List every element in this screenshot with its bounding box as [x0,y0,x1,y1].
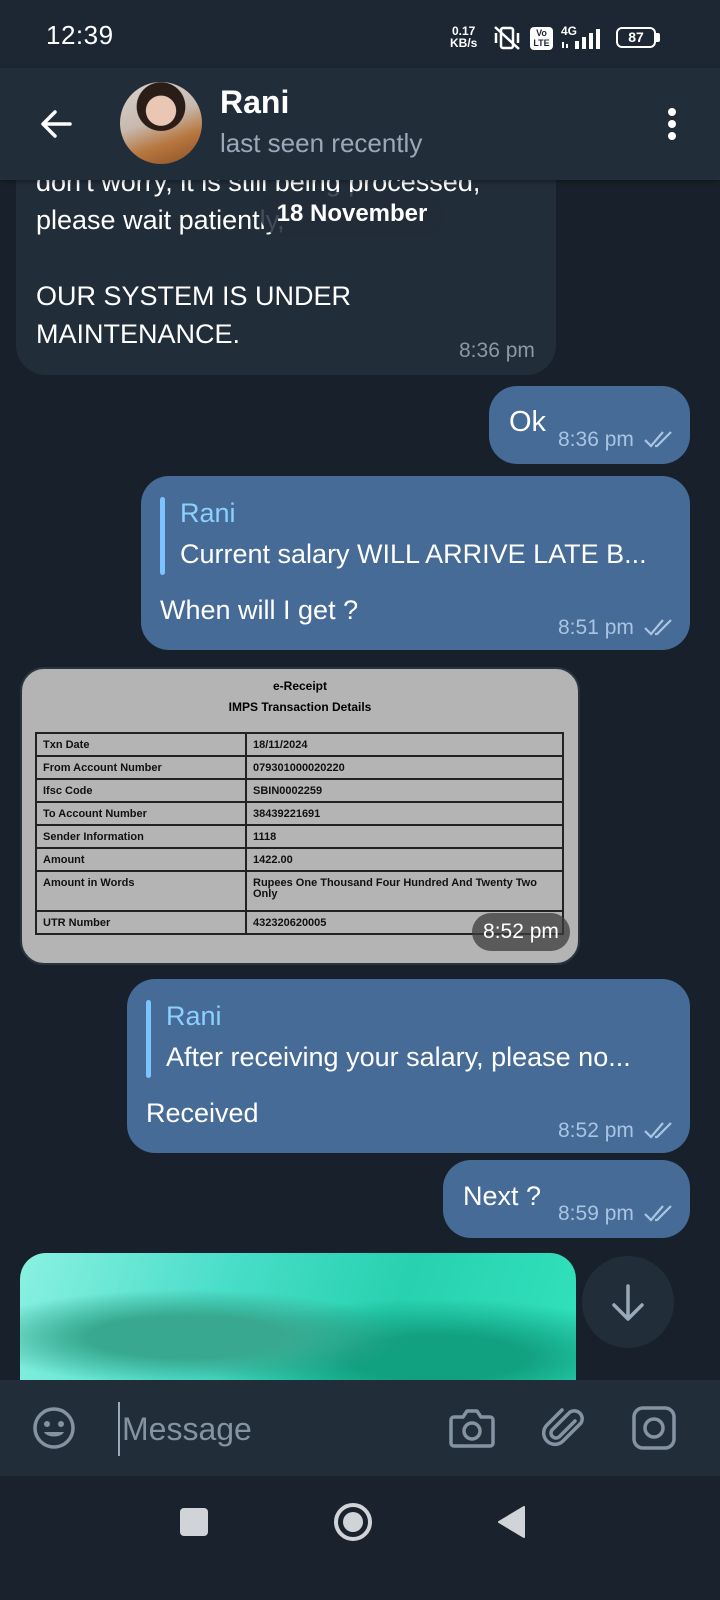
receipt-value: 079301000020220 [245,755,564,780]
table-row: To Account Number 38439221691 [35,801,564,826]
vibrate-off-icon [494,26,520,50]
emoji-icon[interactable] [32,1406,76,1450]
message-text: MAINTENANCE. [36,319,241,349]
message-time: 8:36 pm [558,428,634,451]
video-message-icon[interactable] [631,1405,677,1451]
date-divider: 18 November [260,192,444,236]
reply-snippet[interactable]: After receiving your salary, please no..… [166,1042,631,1073]
battery-level: 87 [628,29,644,45]
receipt-label: Sender Information [35,824,247,849]
message-text: Ok [509,406,547,438]
table-row: Amount 1422.00 [35,847,564,872]
receipt-title: e-Receipt [272,679,328,693]
table-row: Amount in Words Rupees One Thousand Four … [35,870,564,912]
square-icon[interactable] [178,1506,210,1538]
table-row: From Account Number 079301000020220 [35,755,564,780]
table-row: Txn Date 18/11/2024 [35,732,564,757]
receipt-table: Txn Date 18/11/2024 From Account Number 07… [35,732,564,935]
receipt-label: To Account Number [35,801,247,826]
circle-icon[interactable] [332,1501,374,1543]
table-row: Sender Information 1118 [35,824,564,849]
battery-tip [656,33,660,42]
receipt-label: From Account Number [35,755,247,780]
message-input[interactable] [118,1402,424,1456]
more-vertical-icon[interactable] [652,104,692,144]
reply-author[interactable]: Rani [180,498,236,529]
receipt-label: Amount in Words [35,870,247,912]
receipt-value: Rupees One Thousand Four Hundred And Twe… [245,870,564,912]
status-time: 12:39 [46,20,114,50]
avatar[interactable] [120,82,202,164]
contact-name[interactable]: Rani [220,84,289,121]
camera-icon[interactable] [448,1405,496,1451]
chat-header [0,68,720,180]
reply-quote-bar [146,1000,151,1078]
receipt-label: Amount [35,847,247,872]
blurred-image-message[interactable] [20,1253,576,1393]
reply-quote-bar [160,497,165,575]
signal-icon [562,29,600,49]
message-time: 8:52 pm [558,1119,634,1142]
double-check-icon [644,1122,672,1139]
triangle-back-icon[interactable] [496,1504,528,1540]
receipt-value: 38439221691 [245,801,564,826]
message-text: Next ? [463,1181,542,1211]
message-text: please wait patiently, [36,205,285,235]
double-check-icon [644,1205,672,1222]
volte-icon: Vo LTE [530,27,553,50]
arrow-left-icon[interactable] [36,104,76,144]
receipt-label: Ifsc Code [35,778,247,803]
message-text: When will I get ? [160,595,359,625]
receipt-value: 1118 [245,824,564,849]
message-text: Received [146,1098,259,1128]
volte-top: Vo [536,28,547,38]
receipt-value: SBIN0002259 [245,778,564,803]
table-row: Ifsc Code SBIN0002259 [35,778,564,803]
receipt-value: 18/11/2024 [245,732,564,757]
receipt-label: Txn Date [35,732,247,757]
receipt-subtitle: IMPS Transaction Details [228,700,372,714]
reply-snippet[interactable]: Current salary WILL ARRIVE LATE B... [180,539,647,570]
volte-bottom: LTE [533,38,550,48]
reply-author[interactable]: Rani [166,1001,222,1032]
receipt-label: UTR Number [35,910,247,935]
message-text: OUR SYSTEM IS UNDER [36,281,352,311]
contact-status: last seen recently [220,128,423,158]
double-check-icon [644,619,672,636]
message-time: 8:36 pm [459,339,535,362]
message-time: 8:51 pm [558,616,634,639]
arrow-down-icon [612,1284,644,1321]
message-time: 8:59 pm [558,1202,634,1225]
message-time: 8:52 pm [472,913,570,951]
receipt-value: 1422.00 [245,847,564,872]
paperclip-icon[interactable] [542,1403,588,1451]
network-speed: 0.17 KB/s [450,25,477,49]
scroll-to-bottom-button[interactable] [582,1256,674,1348]
network-speed-unit: KB/s [450,36,478,50]
double-check-icon [644,431,672,448]
